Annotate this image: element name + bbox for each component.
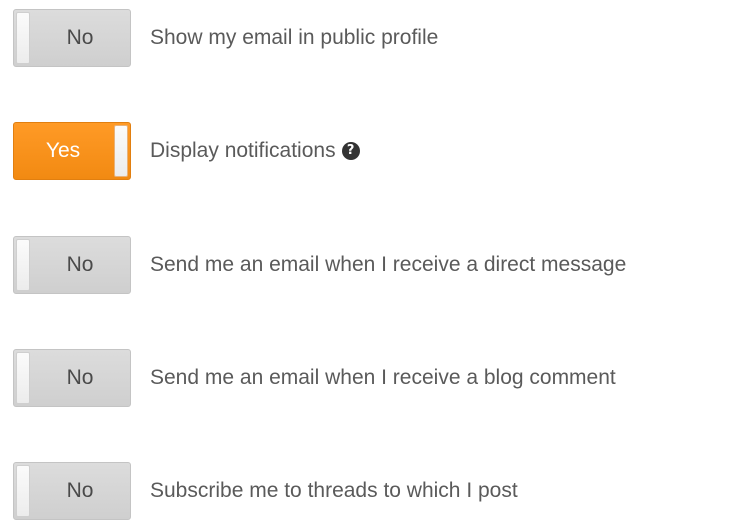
- setting-label-text: Send me an email when I receive a blog c…: [150, 366, 616, 389]
- toggle-knob[interactable]: [16, 239, 30, 291]
- setting-label-public-email: Show my email in public profile: [150, 26, 438, 50]
- toggle-state-label: Yes: [45, 139, 81, 162]
- toggle-public-email[interactable]: No: [13, 9, 131, 67]
- setting-row-display-notifications: Yes Display notifications ?: [13, 121, 360, 181]
- toggle-blog-comment-email[interactable]: No: [13, 349, 131, 407]
- toggle-state-label: No: [66, 366, 94, 389]
- setting-label-text: Show my email in public profile: [150, 26, 439, 49]
- setting-label-thread-subscription: Subscribe me to threads to which I post: [150, 479, 518, 503]
- toggle-direct-message-email[interactable]: No: [13, 236, 131, 294]
- toggle-state-label: No: [66, 26, 94, 49]
- setting-row-direct-message-email: No Send me an email when I receive a dir…: [13, 235, 626, 295]
- setting-label-text: Send me an email when I receive a direct…: [150, 253, 627, 276]
- setting-row-thread-subscription: No Subscribe me to threads to which I po…: [13, 461, 518, 521]
- setting-label-text: Display notifications: [150, 139, 336, 162]
- toggle-knob[interactable]: [114, 125, 128, 177]
- toggle-knob[interactable]: [16, 12, 30, 64]
- toggle-display-notifications[interactable]: Yes: [13, 122, 131, 180]
- setting-label-direct-message-email: Send me an email when I receive a direct…: [150, 253, 626, 277]
- question-circle-icon[interactable]: ?: [341, 142, 360, 160]
- toggle-knob[interactable]: [16, 352, 30, 404]
- toggle-thread-subscription[interactable]: No: [13, 462, 131, 520]
- toggle-knob[interactable]: [16, 465, 30, 517]
- toggle-state-label: No: [66, 253, 94, 276]
- setting-label-blog-comment-email: Send me an email when I receive a blog c…: [150, 366, 616, 390]
- toggle-state-label: No: [66, 479, 94, 502]
- setting-row-public-email: No Show my email in public profile: [13, 8, 438, 68]
- setting-row-blog-comment-email: No Send me an email when I receive a blo…: [13, 348, 616, 408]
- setting-label-display-notifications: Display notifications ?: [150, 139, 360, 163]
- setting-label-text: Subscribe me to threads to which I post: [150, 479, 518, 502]
